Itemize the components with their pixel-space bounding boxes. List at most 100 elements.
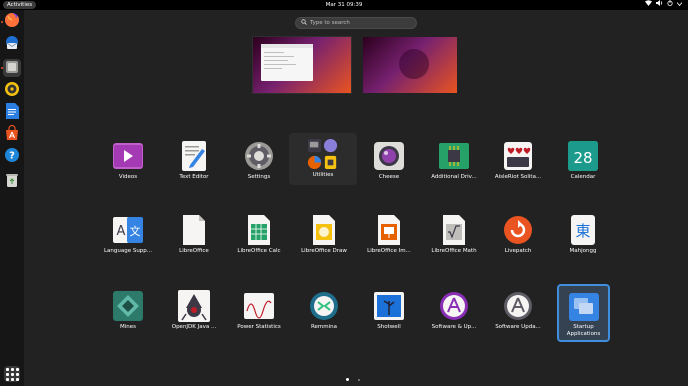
app-label: LibreOffice Draw bbox=[301, 248, 347, 254]
draw-icon bbox=[308, 214, 340, 246]
app-tile-libreoffice[interactable]: LibreOffice bbox=[160, 209, 228, 261]
cards-icon bbox=[502, 140, 534, 172]
app-label: Power Statistics bbox=[237, 324, 281, 330]
app-label: Remmina bbox=[310, 324, 338, 330]
clock[interactable]: Mar 31 09:39 bbox=[0, 0, 688, 10]
grid-dot bbox=[10, 372, 14, 376]
page-dot-1[interactable] bbox=[346, 378, 349, 381]
dock-item-files[interactable] bbox=[3, 59, 21, 77]
app-tile-shotwell[interactable]: Shotwell bbox=[355, 285, 423, 337]
text-editor-icon bbox=[178, 140, 210, 172]
app-label: Software Upda... bbox=[495, 324, 541, 330]
app-folder-utilities[interactable]: Utilities bbox=[289, 133, 357, 185]
calendar-icon: 28 bbox=[567, 140, 599, 172]
libreoffice-icon bbox=[178, 214, 210, 246]
page-indicator bbox=[346, 378, 360, 381]
search-icon bbox=[301, 19, 307, 27]
power-stats-icon bbox=[243, 290, 275, 322]
app-tile-libreoffice-impress[interactable]: LibreOffice Im... bbox=[355, 209, 423, 261]
grid-dot bbox=[10, 367, 14, 371]
search-placeholder: Type to search bbox=[310, 20, 350, 26]
cheese-icon bbox=[373, 140, 405, 172]
app-tile-libreoffice-draw[interactable]: LibreOffice Draw bbox=[290, 209, 358, 261]
menu-arrow-icon bbox=[676, 0, 683, 10]
java-icon bbox=[178, 290, 210, 322]
shotwell-icon bbox=[373, 290, 405, 322]
app-label: Additional Driv... bbox=[431, 174, 477, 180]
app-label: Livepatch bbox=[504, 248, 532, 254]
app-tile-livepatch[interactable]: Livepatch bbox=[484, 209, 552, 261]
software-store-icon bbox=[4, 124, 20, 145]
grid-icon bbox=[5, 367, 9, 371]
app-label: Startup Applications bbox=[566, 324, 601, 337]
app-tile-cheese[interactable]: Cheese bbox=[355, 135, 423, 187]
app-tile-calendar[interactable]: 28 Calendar bbox=[549, 135, 617, 187]
app-label: Shotwell bbox=[377, 324, 401, 330]
app-tile-libreoffice-calc[interactable]: LibreOffice Calc bbox=[225, 209, 293, 261]
app-label: AisleRiot Solita... bbox=[494, 174, 542, 180]
show-applications-button[interactable] bbox=[4, 366, 20, 382]
dock-item-rhythmbox[interactable] bbox=[3, 82, 21, 100]
svg-text:文: 文 bbox=[130, 224, 141, 238]
app-tile-text-editor[interactable]: Text Editor bbox=[160, 135, 228, 187]
app-tile-software-updater[interactable]: Software Upda... bbox=[484, 285, 552, 337]
app-tile-additional-drivers[interactable]: Additional Driv... bbox=[420, 135, 488, 187]
page-dot-2[interactable] bbox=[358, 378, 360, 381]
calendar-day: 28 bbox=[573, 149, 592, 167]
window-thumbnail[interactable] bbox=[261, 44, 313, 81]
app-tile-mahjongg[interactable]: 東 Mahjongg bbox=[549, 209, 617, 261]
search-input[interactable]: Type to search bbox=[295, 17, 417, 29]
workspace-thumbnail-2[interactable] bbox=[363, 37, 457, 93]
app-tile-openjdk[interactable]: OpenJDK Java ... bbox=[160, 285, 228, 337]
impress-icon bbox=[373, 214, 405, 246]
app-label: LibreOffice bbox=[179, 248, 209, 254]
app-label: LibreOffice Math bbox=[431, 248, 477, 254]
top-bar: Activities Mar 31 09:39 bbox=[0, 0, 688, 10]
math-icon bbox=[438, 214, 470, 246]
running-indicator bbox=[1, 21, 3, 23]
mines-icon bbox=[112, 290, 144, 322]
app-tile-startup-applications[interactable]: Startup Applications bbox=[557, 284, 610, 342]
mahjongg-icon: 東 bbox=[567, 214, 599, 246]
startup-apps-icon bbox=[568, 291, 600, 323]
help-icon: ? bbox=[4, 147, 20, 167]
system-tray[interactable] bbox=[645, 0, 683, 10]
software-updates-icon bbox=[438, 290, 470, 322]
app-tile-remmina[interactable]: Remmina bbox=[290, 285, 358, 337]
grid-dot bbox=[10, 377, 14, 381]
dock-item-software[interactable] bbox=[3, 124, 21, 145]
workspace-thumbnail-1[interactable] bbox=[253, 37, 351, 93]
app-label: LibreOffice Im... bbox=[367, 248, 411, 254]
app-tile-language-support[interactable]: A文 Language Supp... bbox=[94, 209, 162, 261]
mail-icon bbox=[4, 35, 20, 55]
app-label: Text Editor bbox=[179, 174, 209, 180]
app-label: OpenJDK Java ... bbox=[171, 324, 217, 330]
grid-dot bbox=[15, 367, 19, 371]
grid-dot bbox=[5, 372, 9, 376]
trash-icon bbox=[6, 172, 18, 191]
dock-item-writer[interactable] bbox=[3, 103, 21, 123]
app-tile-mines[interactable]: Mines bbox=[94, 285, 162, 337]
app-tile-aisleriot[interactable]: AisleRiot Solita... bbox=[484, 135, 552, 187]
music-icon bbox=[4, 81, 20, 101]
app-tile-power-statistics[interactable]: Power Statistics bbox=[225, 285, 293, 337]
app-label: Settings bbox=[247, 174, 271, 180]
dock-item-trash[interactable] bbox=[3, 172, 21, 190]
dock-item-thunderbird[interactable] bbox=[3, 36, 21, 54]
language-icon: A文 bbox=[112, 214, 144, 246]
chip-icon bbox=[438, 140, 470, 172]
dock-item-firefox[interactable] bbox=[3, 13, 21, 31]
app-tile-settings[interactable]: Settings bbox=[225, 135, 293, 187]
app-tile-videos[interactable]: Videos bbox=[94, 135, 162, 187]
app-label: Utilities bbox=[312, 172, 334, 178]
app-label: Videos bbox=[118, 174, 138, 180]
svg-text:?: ? bbox=[9, 151, 15, 162]
writer-icon bbox=[5, 103, 19, 123]
dock-item-help[interactable]: ? bbox=[3, 148, 21, 166]
app-tile-libreoffice-math[interactable]: LibreOffice Math bbox=[420, 209, 488, 261]
app-label: Mines bbox=[119, 324, 136, 330]
livepatch-icon bbox=[502, 214, 534, 246]
dock: ? bbox=[0, 10, 24, 386]
running-indicator bbox=[1, 67, 3, 69]
app-tile-software-updates[interactable]: Software & Up... bbox=[420, 285, 488, 337]
